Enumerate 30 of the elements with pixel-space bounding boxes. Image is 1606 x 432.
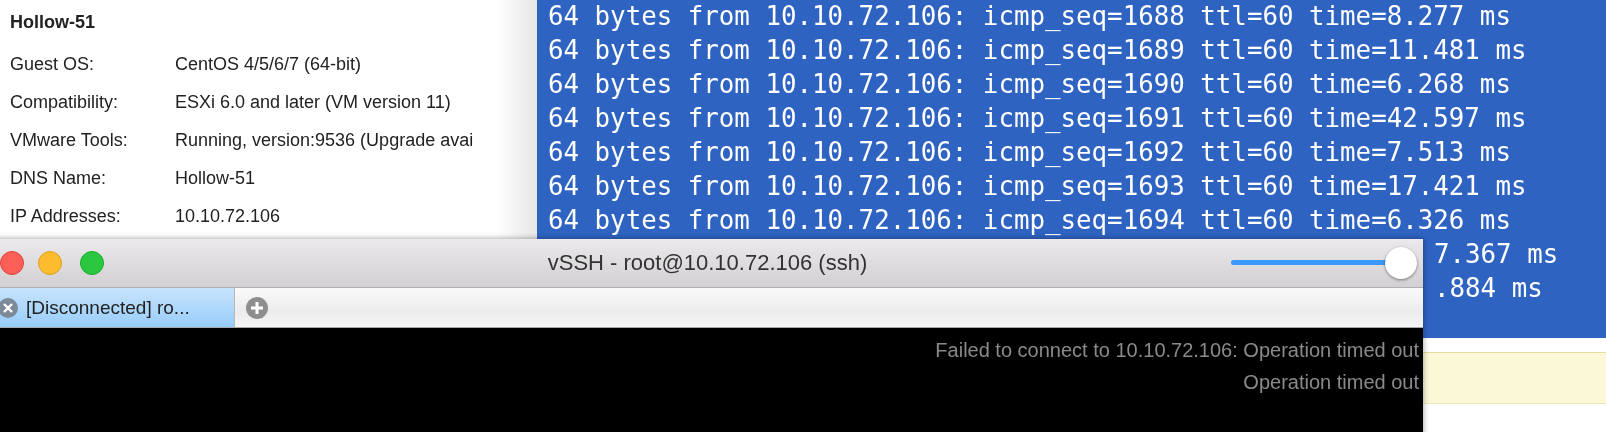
field-value: Running, version:9536 (Upgrade avai xyxy=(175,129,474,151)
field-label: Guest OS: xyxy=(10,53,96,75)
minimize-button[interactable] xyxy=(38,251,62,275)
console-message: Operation timed out xyxy=(1243,371,1419,393)
zoom-button[interactable] xyxy=(80,251,104,275)
terminal-line: 64 bytes from 10.10.72.106: icmp_seq=1693 ttl=60 time=17.421 ms xyxy=(548,171,1527,201)
add-tab-icon[interactable] xyxy=(246,296,268,319)
terminal-line: 64 bytes from 10.10.72.106: icmp_seq=1688 ttl=60 time=8.277 ms xyxy=(548,1,1511,31)
terminal-line: .884 ms xyxy=(1434,273,1543,303)
window-title: vSSH - root@10.10.72.106 (ssh) xyxy=(547,250,868,276)
field-label: DNS Name: xyxy=(10,167,108,189)
field-value: Hollow-51 xyxy=(175,167,256,189)
field-label: Compatibility: xyxy=(10,91,120,113)
field-value: 10.10.72.106 xyxy=(175,205,281,227)
terminal-line: 64 bytes from 10.10.72.106: icmp_seq=1689 ttl=60 time=11.481 ms xyxy=(548,35,1527,65)
session-tab[interactable]: [Disconnected] ro... xyxy=(0,288,235,327)
slider-thumb[interactable] xyxy=(1385,247,1417,279)
terminal-line: 64 bytes from 10.10.72.106: icmp_seq=1692 ttl=60 time=7.513 ms xyxy=(548,137,1511,167)
terminal-line: 64 bytes from 10.10.72.106: icmp_seq=1691 ttl=60 time=42.597 ms xyxy=(548,103,1527,133)
vm-name-heading: Hollow-51 xyxy=(10,12,96,34)
close-button[interactable] xyxy=(0,251,24,275)
terminal-line: 64 bytes from 10.10.72.106: icmp_seq=1694 ttl=60 time=6.326 ms xyxy=(548,205,1511,235)
field-label: VMware Tools: xyxy=(10,129,129,151)
close-icon[interactable] xyxy=(0,297,18,318)
field-label: IP Addresses: xyxy=(10,205,122,227)
console-message: Failed to connect to 10.10.72.106: Operation timed out xyxy=(935,339,1419,361)
terminal-line: 7.367 ms xyxy=(1434,239,1559,269)
terminal-line: 64 bytes from 10.10.72.106: icmp_seq=1690 ttl=60 time=6.268 ms xyxy=(548,69,1511,99)
field-value: ESXi 6.0 and later (VM version 11) xyxy=(175,91,451,113)
field-value: CentOS 4/5/6/7 (64-bit) xyxy=(175,53,362,75)
